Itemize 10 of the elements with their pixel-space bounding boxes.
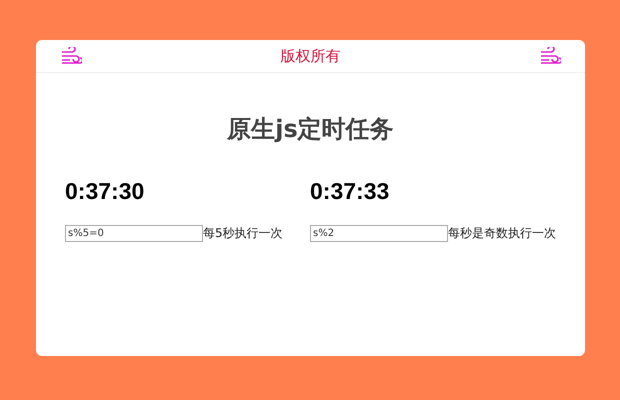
- clock-time: 0:37:30: [65, 178, 146, 205]
- wind-icon: [539, 47, 561, 65]
- condition-field[interactable]: s%5=0: [65, 225, 203, 242]
- clock-time: 0:37:33: [310, 178, 390, 205]
- condition-description: 每秒是奇数执行一次: [448, 225, 556, 242]
- header-title: 版权所有: [280, 46, 340, 66]
- condition-description: 每5秒执行一次: [203, 225, 283, 242]
- wind-icon: [60, 47, 82, 65]
- condition-field[interactable]: s%2: [310, 225, 448, 242]
- page-heading: 原生js定时任务: [226, 114, 395, 145]
